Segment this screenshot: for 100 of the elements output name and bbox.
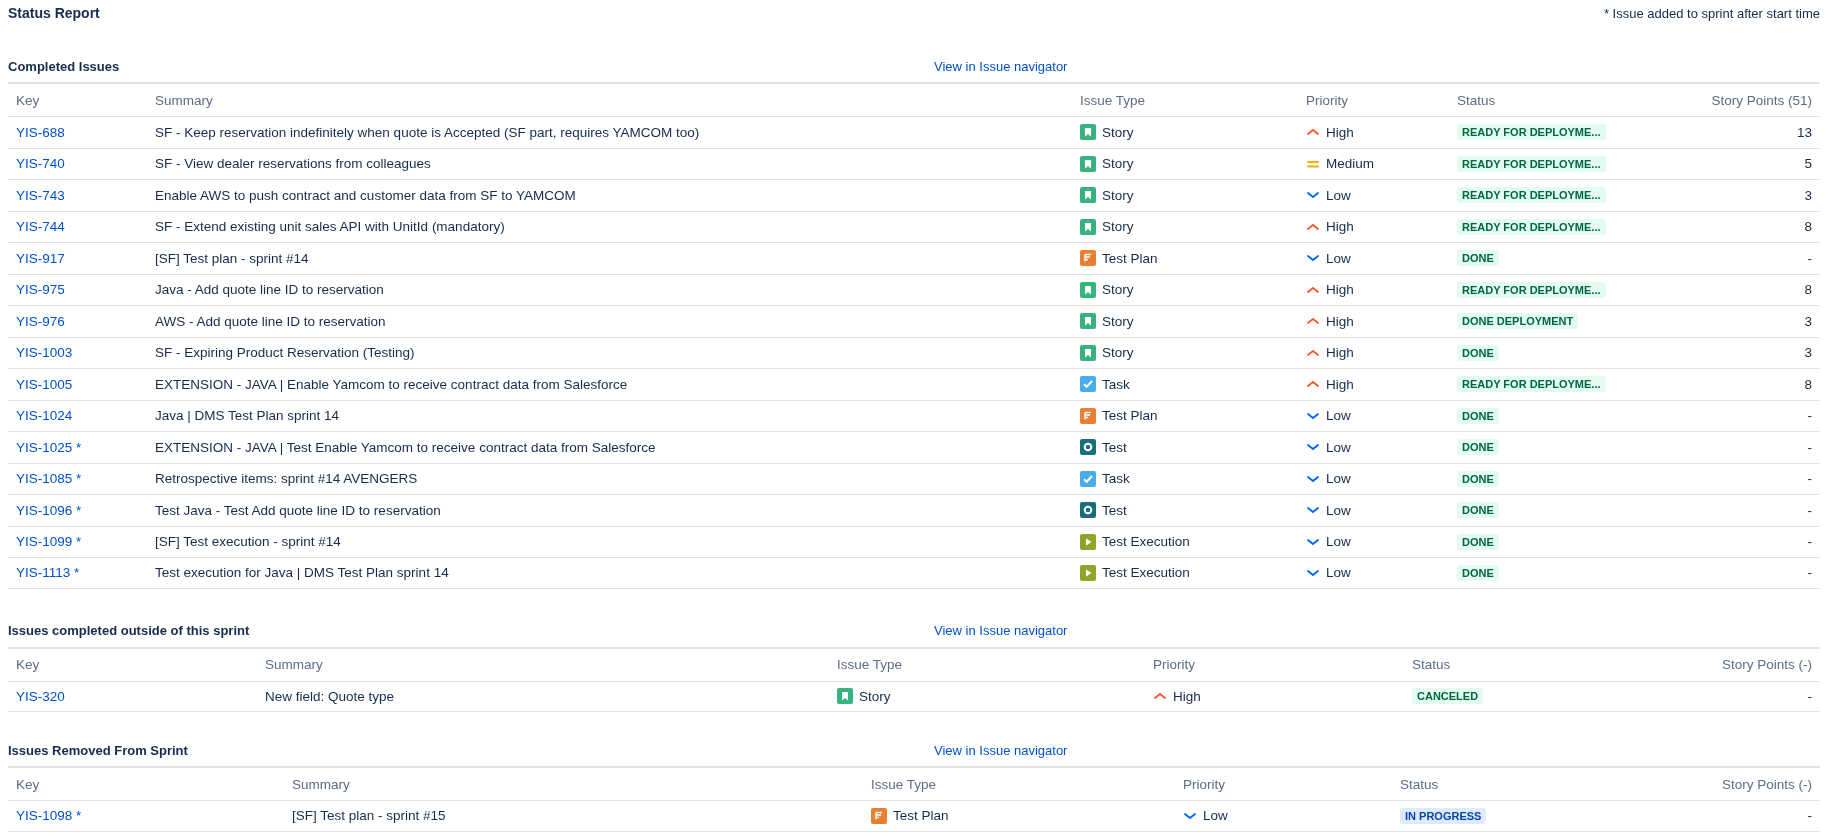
priority-label: Low [1326, 439, 1351, 455]
priority-label: Low [1326, 250, 1351, 266]
status-lozenge: DONE [1457, 470, 1499, 487]
priority-label: Medium [1326, 156, 1374, 172]
status-lozenge: DONE [1457, 439, 1499, 456]
issue-type-label: Story [1102, 313, 1134, 329]
status-lozenge: READY FOR DEPLOYME... [1457, 155, 1606, 172]
checkmark-icon [1080, 376, 1096, 393]
column-header: Status [1400, 776, 1439, 792]
section-heading: Issues completed outside of this sprint [8, 623, 250, 638]
status-lozenge: DONE [1457, 407, 1499, 424]
issue-key-link[interactable]: YIS-688 [16, 124, 65, 140]
issue-summary: Test execution for Java | DMS Test Plan sprint 14 [155, 565, 449, 581]
status-lozenge: IN PROGRESS [1400, 807, 1487, 824]
issue-key-link[interactable]: YIS-1005 [16, 376, 73, 392]
story-points: - [1807, 534, 1812, 550]
status-lozenge: DONE [1457, 564, 1499, 581]
column-header: Story Points (51) [1711, 92, 1812, 108]
issue-key-link[interactable]: YIS-1098 * [16, 808, 82, 824]
column-header: Summary [155, 92, 213, 108]
priority-label: Low [1326, 187, 1351, 203]
issue-key-link[interactable]: YIS-975 [16, 282, 65, 298]
issue-summary: AWS - Add quote line ID to reservation [155, 313, 386, 329]
issue-summary: EXTENSION - JAVA | Enable Yamcom to receive contract data from Salesforce [155, 376, 628, 392]
issue-key-link[interactable]: YIS-976 [16, 313, 65, 329]
column-header: Status [1457, 92, 1496, 108]
priority-label: High [1326, 124, 1354, 140]
issue-summary: Java | DMS Test Plan sprint 14 [155, 408, 340, 424]
issue-navigator-link[interactable]: View in Issue navigator [934, 623, 1068, 638]
status-lozenge: READY FOR DEPLOYME... [1457, 124, 1606, 141]
issue-key-link[interactable]: YIS-320 [16, 688, 65, 704]
story-points: - [1807, 439, 1812, 455]
issue-key-link[interactable]: YIS-917 [16, 250, 65, 266]
priority-label: High [1326, 219, 1354, 235]
section-heading: Issues Removed From Sprint [8, 742, 188, 758]
column-header: Summary [265, 657, 323, 672]
priority-label: High [1326, 282, 1354, 298]
story-points: - [1807, 471, 1812, 487]
issue-key-link[interactable]: YIS-740 [16, 156, 65, 172]
priority-label: High [1326, 376, 1354, 392]
column-header: Key [16, 776, 40, 792]
issue-summary: SF - Expiring Product Reservation (Testing) [155, 345, 415, 361]
story-points: 13 [1796, 124, 1812, 140]
issue-key-link[interactable]: YIS-1096 * [16, 502, 82, 518]
issue-summary: SF - Keep reservation indefinitely when quote is Accepted (SF part, requires YAMCOM too) [155, 124, 700, 140]
story-points: 3 [1804, 313, 1812, 329]
story-points: - [1807, 688, 1812, 704]
priority-label: High [1326, 313, 1354, 329]
issue-key-link[interactable]: YIS-1003 [16, 345, 73, 361]
priority-label: Low [1326, 502, 1351, 518]
issue-type-label: Test [1102, 439, 1127, 455]
issue-key-link[interactable]: YIS-1024 [16, 408, 73, 424]
checkmark-icon [1080, 470, 1096, 487]
issue-summary: [SF] Test execution - sprint #14 [155, 534, 341, 550]
status-lozenge: READY FOR DEPLOYME... [1457, 376, 1606, 393]
column-header: Priority [1183, 776, 1225, 792]
issue-navigator-link[interactable]: View in Issue navigator [934, 742, 1068, 758]
issue-navigator-link[interactable]: View in Issue navigator [934, 58, 1068, 74]
bookmark-icon [1080, 313, 1096, 330]
issue-type-label: Test Execution [1102, 565, 1190, 581]
column-header: Key [16, 92, 40, 108]
issue-type-label: Story [1102, 345, 1134, 361]
story-points: 8 [1804, 282, 1812, 298]
column-header: Status [1412, 657, 1451, 672]
status-lozenge: READY FOR DEPLOYME... [1457, 281, 1606, 298]
priority-label: Low [1326, 408, 1351, 424]
issue-summary: Retrospective items: sprint #14 AVENGERS [155, 471, 418, 487]
play-icon [1080, 564, 1096, 581]
status-lozenge: DONE [1457, 344, 1499, 361]
issue-key-link[interactable]: YIS-1113 * [16, 565, 80, 581]
issue-type-label: Story [1102, 282, 1134, 298]
issue-key-link[interactable]: YIS-743 [16, 187, 65, 203]
issue-key-link[interactable]: YIS-1099 * [16, 534, 82, 550]
story-points: - [1807, 250, 1812, 266]
priority-label: Low [1326, 471, 1351, 487]
story-points: - [1807, 502, 1812, 518]
status-lozenge: DONE [1457, 533, 1499, 550]
column-header: Summary [292, 776, 350, 792]
priority-label: Low [1203, 808, 1228, 824]
column-header: Issue Type [1080, 92, 1146, 108]
bookmark-icon [1080, 124, 1096, 141]
issue-type-label: Test Plan [893, 808, 949, 824]
status-lozenge: READY FOR DEPLOYME... [1457, 218, 1606, 235]
issue-type-label: Story [1102, 124, 1134, 140]
issue-summary: Test Java - Test Add quote line ID to reservation [155, 502, 441, 518]
column-header: Issue Type [871, 776, 937, 792]
story-points: - [1807, 808, 1812, 824]
bookmark-icon [1080, 218, 1096, 235]
issue-key-link[interactable]: YIS-744 [16, 219, 65, 235]
column-header: Priority [1306, 92, 1348, 108]
issue-key-link[interactable]: YIS-1085 * [16, 471, 82, 487]
story-points: 5 [1804, 156, 1812, 172]
issue-summary: SF - View dealer reservations from colleagues [155, 156, 431, 172]
issue-type-label: Story [859, 688, 891, 704]
priority-label: Low [1326, 565, 1351, 581]
issue-type-label: Test [1102, 502, 1127, 518]
story-points: 8 [1804, 376, 1812, 392]
section-heading: Completed Issues [8, 58, 120, 74]
story-points: 3 [1804, 187, 1812, 203]
issue-key-link[interactable]: YIS-1025 * [16, 439, 82, 455]
